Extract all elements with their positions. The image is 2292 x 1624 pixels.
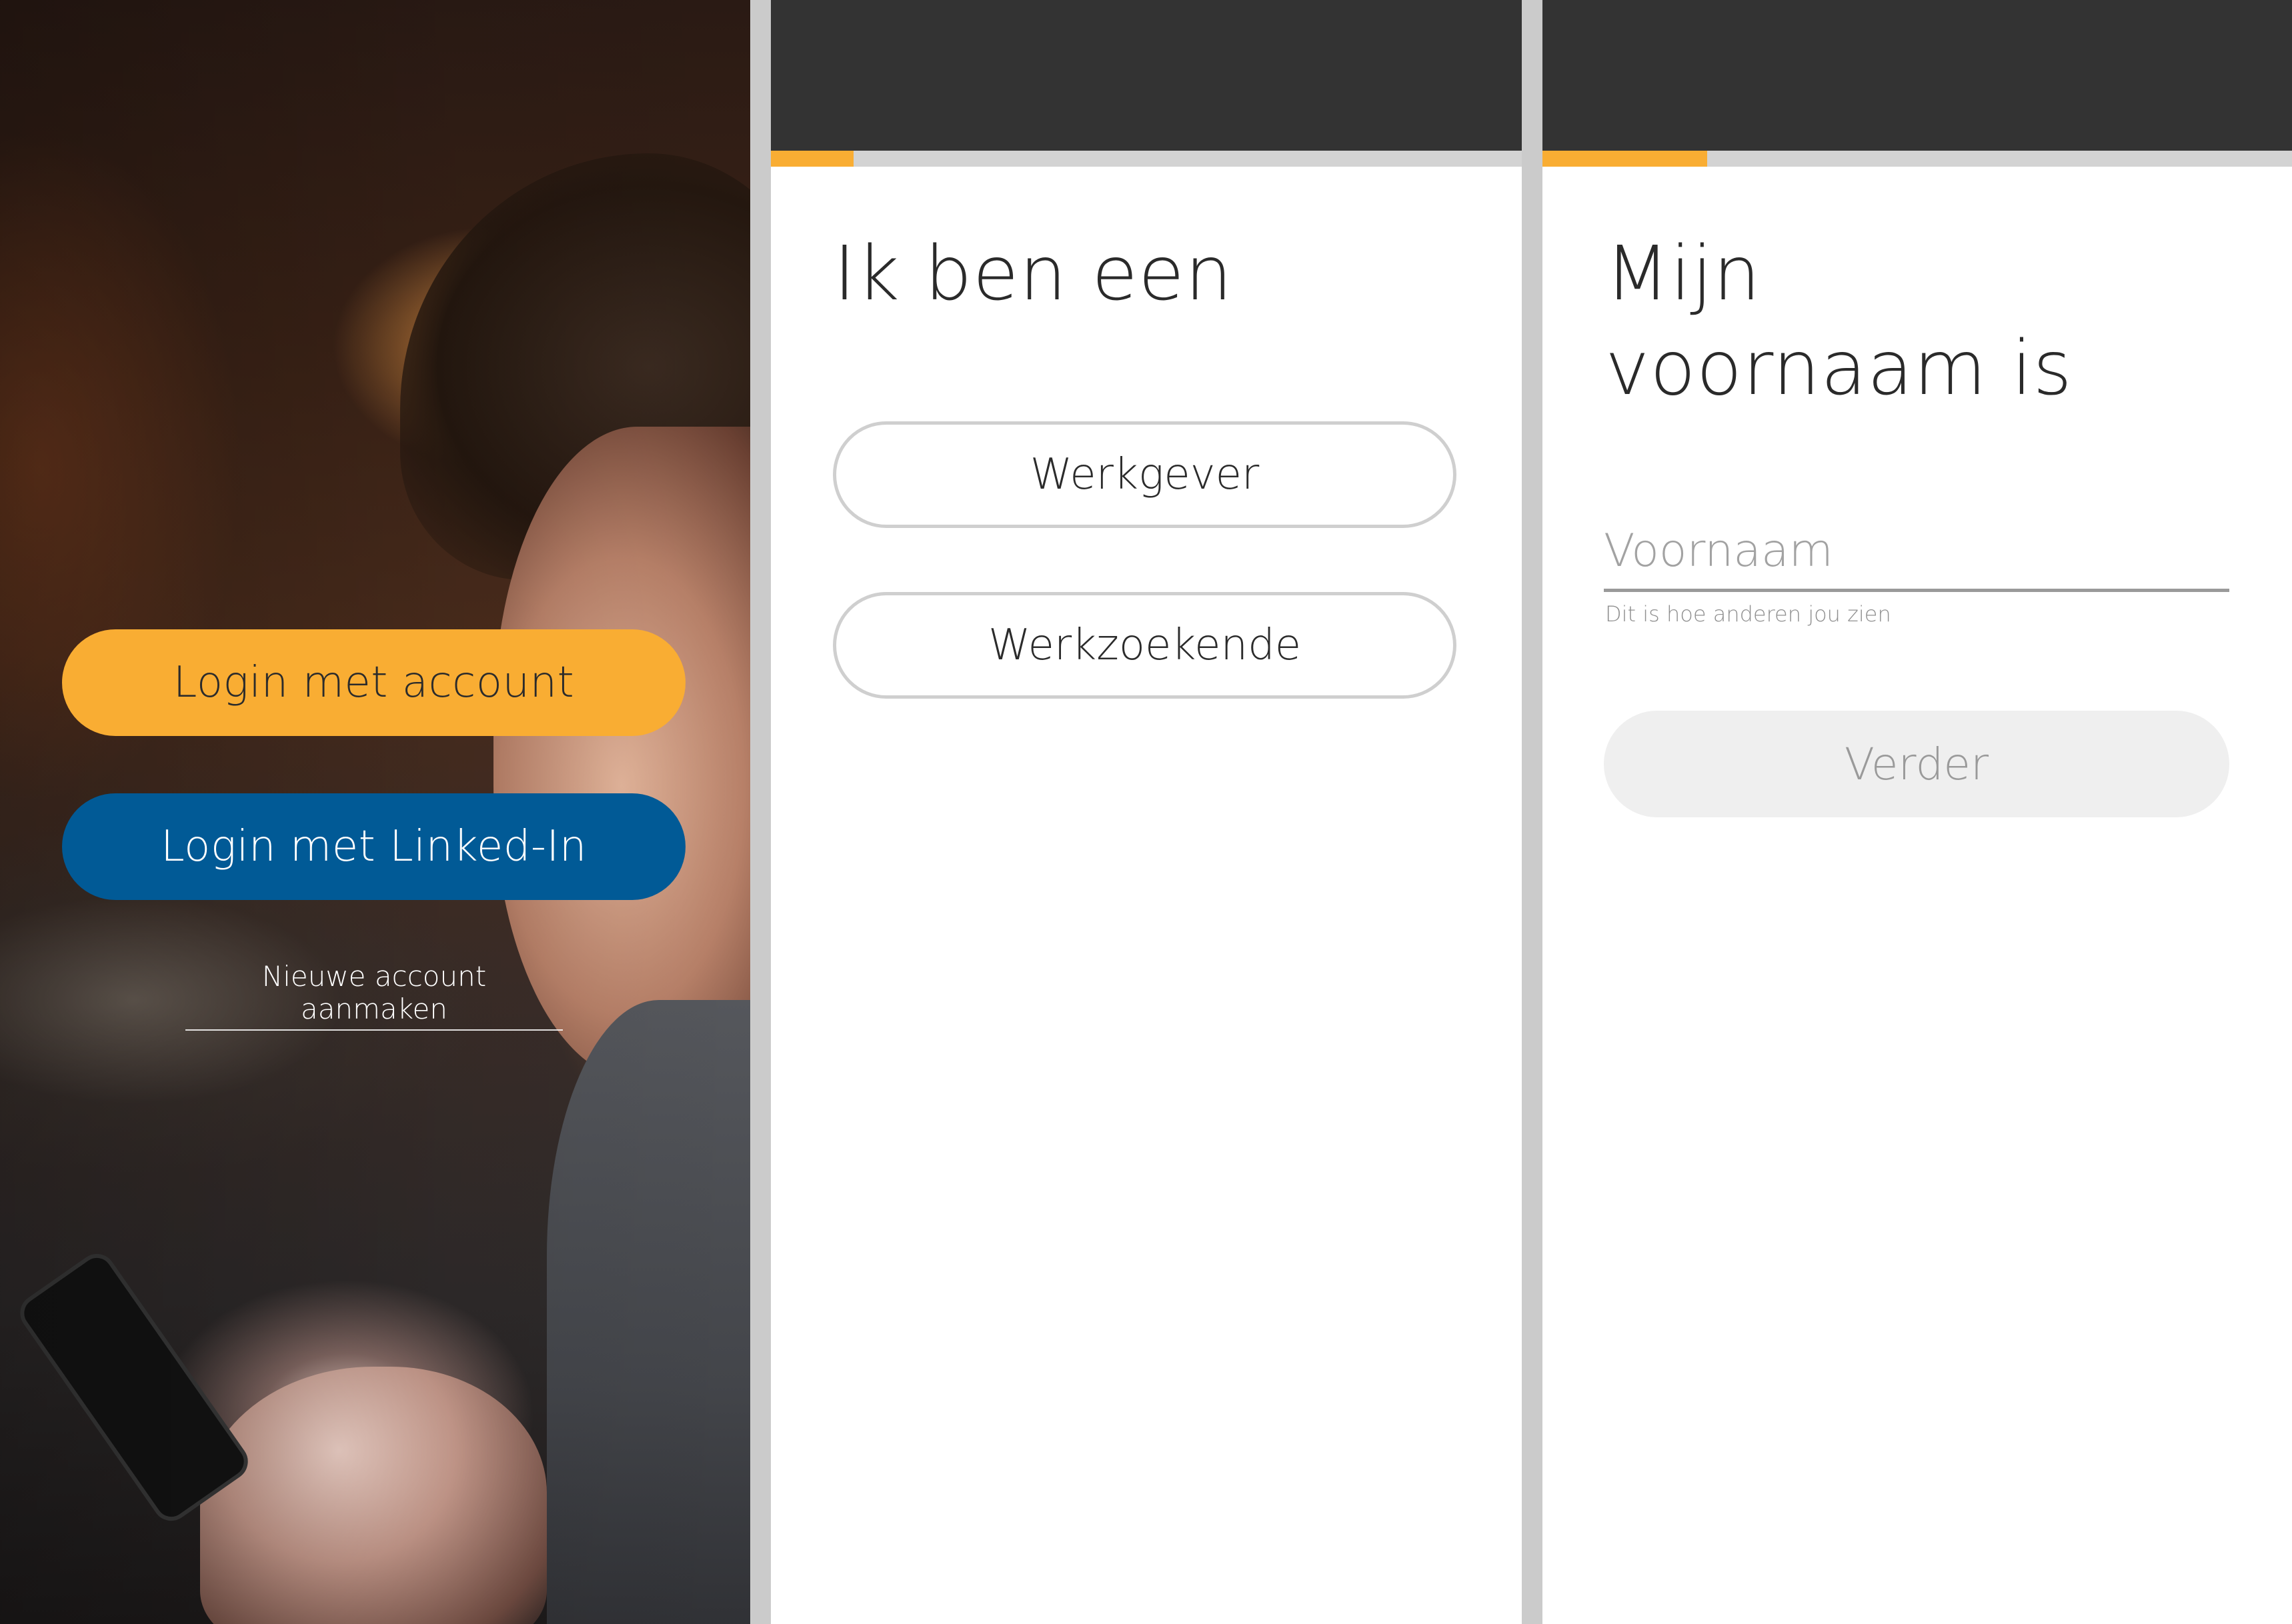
option-werkgever-button[interactable]: Werkgever	[833, 421, 1456, 528]
first-name-field	[1604, 513, 2229, 592]
option-label: Werkzoekende	[988, 621, 1302, 670]
next-button[interactable]: Verder	[1604, 711, 2229, 817]
option-werkzoekende-button[interactable]: Werkzoekende	[833, 592, 1456, 699]
first-name-helper-text: Dit is hoe anderen jou zien	[1605, 601, 1891, 627]
login-account-button[interactable]: Login met account	[62, 629, 686, 736]
new-account-link[interactable]: Nieuwe account aanmaken	[185, 960, 563, 1031]
next-button-label: Verder	[1844, 738, 1989, 790]
page-title: Ik ben een	[834, 231, 1233, 317]
progress-bar-fill	[771, 151, 854, 167]
login-linkedin-button[interactable]: Login met Linked-In	[62, 793, 686, 900]
page-title-line1: Mijn	[1605, 231, 1761, 317]
login-linkedin-label: Login met Linked-In	[161, 822, 587, 871]
login-account-label: Login met account	[173, 658, 575, 707]
first-name-input[interactable]	[1604, 513, 2229, 589]
progress-bar	[1542, 151, 2292, 167]
page-title: Mijn voornaam is	[1605, 227, 2205, 416]
top-bar	[1542, 0, 2292, 151]
progress-bar	[771, 151, 1522, 167]
first-name-screen: Mijn voornaam is Dit is hoe anderen jou …	[1542, 0, 2292, 1624]
top-bar	[771, 0, 1522, 151]
progress-bar-fill	[1542, 151, 1708, 167]
role-selection-screen: Ik ben een Werkgever Werkzoekende	[771, 0, 1522, 1624]
app-flow-canvas: Login met account Login met Linked-In Ni…	[0, 0, 2292, 1624]
login-screen: Login met account Login met Linked-In Ni…	[0, 0, 750, 1624]
page-title-line2: voornaam is	[1605, 325, 2073, 412]
option-label: Werkgever	[1030, 450, 1260, 499]
